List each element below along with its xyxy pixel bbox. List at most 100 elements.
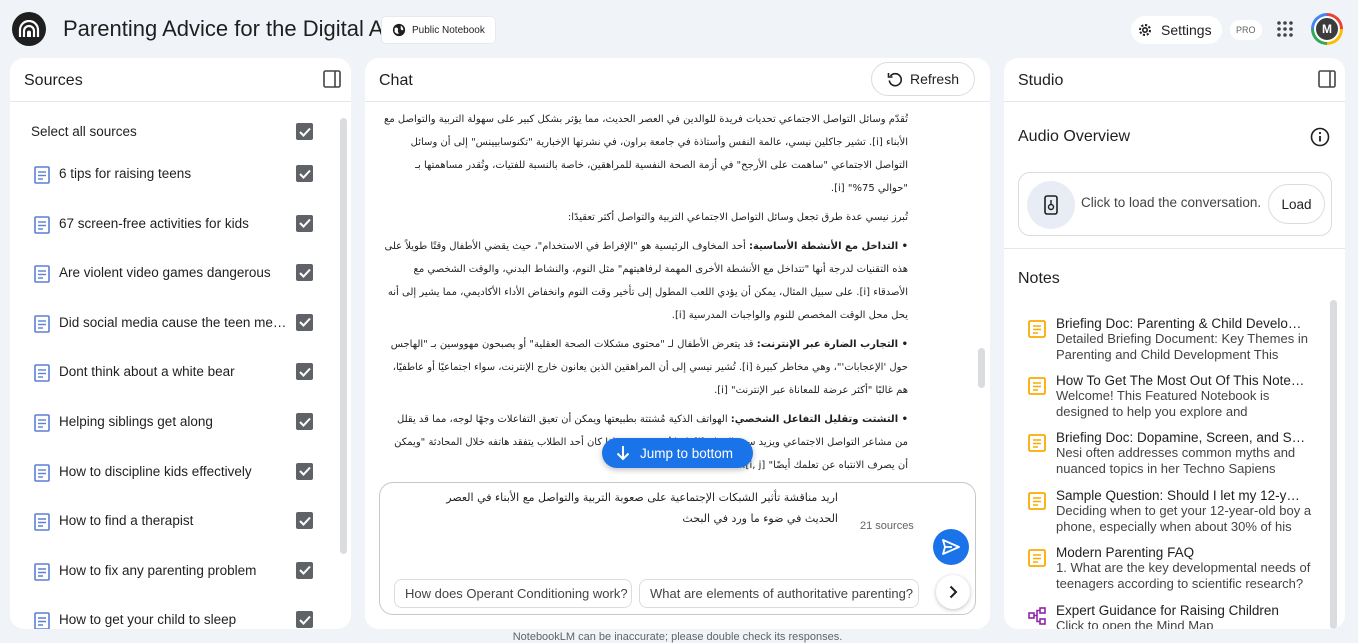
source-count: 21 sources — [860, 520, 914, 532]
note-item[interactable]: Expert Guidance for Raising Children Clic… — [1004, 603, 1324, 629]
source-item[interactable]: Are violent video games dangerous — [10, 252, 340, 296]
response-bullet: • التداخل مع الأنشطة الأساسية: أحد المخا… — [383, 235, 908, 327]
source-item[interactable]: Did social media cause the teen mental h… — [10, 302, 340, 346]
note-title: Briefing Doc: Dopamine, Screen, and Slee… — [1056, 430, 1306, 445]
source-item[interactable]: How to fix any parenting problem — [10, 550, 340, 594]
load-button[interactable]: Load — [1268, 184, 1325, 224]
audio-overview-text: Click to load the conversation. — [1081, 195, 1262, 210]
checkmark-icon — [298, 466, 311, 477]
suggestion-chip[interactable]: What are elements of authoritative paren… — [639, 579, 919, 608]
jump-to-bottom-button[interactable]: Jump to bottom — [602, 438, 753, 468]
note-preview: 1. What are the key developmental needs … — [1056, 560, 1311, 591]
notebook-title[interactable]: Parenting Advice for the Digital Age — [63, 16, 408, 42]
notes-divider — [1004, 248, 1345, 249]
note-title: How To Get The Most Out Of This Notebook — [1056, 373, 1306, 388]
note-preview: Deciding when to get your 12-year-old bo… — [1056, 503, 1312, 534]
source-checkbox[interactable] — [296, 413, 313, 430]
source-checkbox[interactable] — [296, 611, 313, 629]
panel-divider — [1004, 101, 1345, 102]
select-all-checkbox[interactable] — [296, 123, 313, 140]
source-item[interactable]: 67 screen-free activities for kids — [10, 203, 340, 247]
source-item[interactable]: How to discipline kids effectively — [10, 451, 340, 495]
document-icon — [34, 166, 50, 184]
note-icon — [1028, 377, 1046, 395]
note-item[interactable]: Briefing Doc: Parenting & Child Developm… — [1004, 316, 1324, 366]
chevron-right-icon — [949, 585, 958, 599]
note-item[interactable]: Briefing Doc: Dopamine, Screen, and Slee… — [1004, 430, 1324, 480]
notes-scrollbar[interactable] — [1330, 300, 1337, 629]
document-icon — [34, 463, 50, 482]
source-checkbox[interactable] — [296, 264, 313, 282]
panel-divider — [365, 101, 990, 102]
response-paragraph: تُبرز نيسي عدة طرق تجعل وسائل التواصل ال… — [567, 212, 908, 223]
note-title: Expert Guidance for Raising Children — [1056, 603, 1279, 618]
checkmark-icon — [298, 615, 311, 625]
public-notebook-badge[interactable]: Public Notebook — [382, 17, 495, 43]
checkmark-icon — [298, 169, 311, 179]
source-checkbox[interactable] — [296, 165, 313, 182]
note-title: Sample Question: Should I let my 12-year… — [1056, 488, 1306, 503]
jump-to-bottom-label: Jump to bottom — [640, 445, 734, 461]
source-checkbox[interactable] — [296, 512, 313, 530]
info-icon[interactable] — [1310, 127, 1330, 147]
source-label: How to fix any parenting problem — [59, 562, 257, 578]
arrow-down-icon — [616, 446, 630, 461]
bullet-heading: • التداخل مع الأنشطة الأساسية: — [749, 241, 908, 252]
note-title: Briefing Doc: Parenting & Child Developm… — [1056, 316, 1306, 331]
document-icon — [34, 265, 50, 283]
source-checkbox[interactable] — [296, 363, 313, 381]
note-item[interactable]: How To Get The Most Out Of This Notebook… — [1004, 373, 1324, 423]
note-icon — [1028, 320, 1046, 338]
send-button[interactable] — [933, 529, 969, 565]
select-all-row[interactable]: Select all sources — [10, 111, 340, 155]
refresh-button[interactable]: Refresh — [871, 62, 975, 96]
document-icon — [34, 364, 50, 383]
send-icon — [942, 539, 960, 555]
source-item[interactable]: How to find a therapist — [10, 500, 340, 544]
sources-scrollbar[interactable] — [340, 118, 347, 554]
settings-button[interactable]: Settings — [1131, 16, 1222, 44]
public-notebook-label: Public Notebook — [412, 24, 485, 36]
suggestion-chip[interactable]: How does Operant Conditioning work? — [394, 579, 632, 608]
note-preview: Nesi often addresses common myths and nu… — [1056, 445, 1296, 476]
bullet-heading: • التجارب الضارة عبر الإنترنت: — [756, 339, 908, 350]
studio-title: Studio — [1018, 72, 1064, 89]
notebooklm-logo-icon[interactable] — [12, 12, 46, 46]
document-icon — [34, 314, 50, 333]
response-paragraph: تُقدّم وسائل التواصل الاجتماعي تحديات فر… — [384, 114, 908, 194]
next-suggestions-button[interactable] — [936, 575, 970, 609]
panel-divider — [10, 101, 351, 102]
account-avatar[interactable]: M — [1311, 13, 1343, 45]
collapse-panel-icon[interactable] — [323, 70, 341, 88]
gear-icon — [1139, 24, 1151, 36]
apps-grid-icon[interactable] — [1276, 20, 1294, 38]
source-item[interactable]: Helping siblings get along — [10, 401, 340, 445]
source-checkbox[interactable] — [296, 313, 313, 331]
chat-scrollbar[interactable] — [978, 348, 985, 388]
note-item[interactable]: Modern Parenting FAQ 1. What are the key … — [1004, 545, 1324, 595]
source-label: Helping siblings get along — [59, 414, 213, 429]
audio-file-icon — [1027, 181, 1075, 229]
notes-title: Notes — [1018, 270, 1060, 287]
disclaimer-text: NotebookLM can be inaccurate; please dou… — [512, 631, 843, 643]
chat-panel: Chat Refresh تُقدّم وسائل التواصل الاجتم… — [365, 58, 990, 629]
sources-title: Sources — [24, 72, 83, 89]
note-preview: Click to open the Mind Map — [1056, 618, 1214, 629]
source-label: 6 tips for raising teens — [59, 166, 192, 181]
source-checkbox[interactable] — [296, 462, 313, 480]
source-checkbox[interactable] — [296, 561, 313, 579]
checkmark-icon — [298, 218, 311, 229]
checkmark-icon — [298, 127, 311, 137]
audio-overview-title: Audio Overview — [1018, 128, 1131, 145]
bullet-text: أحد المخاوف الرئيسية هو "الإفراط في الاس… — [384, 241, 908, 321]
source-checkbox[interactable] — [296, 214, 313, 232]
collapse-panel-icon[interactable] — [1318, 70, 1336, 88]
source-item[interactable]: 6 tips for raising teens — [10, 153, 340, 197]
note-item[interactable]: Sample Question: Should I let my 12-year… — [1004, 488, 1324, 538]
checkmark-icon — [298, 516, 311, 526]
note-icon — [1028, 434, 1046, 452]
source-item[interactable]: Dont think about a white bear — [10, 351, 340, 395]
source-item[interactable]: How to get your child to sleep — [10, 599, 340, 629]
studio-panel: Studio Audio Overview Click to load the … — [1004, 58, 1345, 629]
chat-input[interactable]: اريد مناقشة تأثير الشبكات الإجتماعية على… — [430, 487, 838, 529]
